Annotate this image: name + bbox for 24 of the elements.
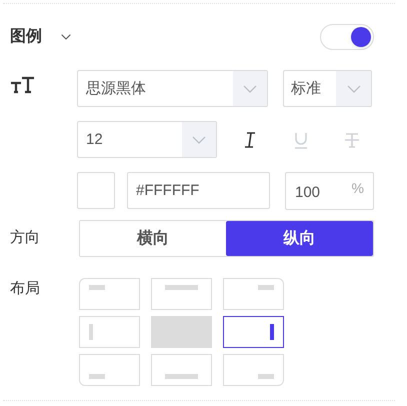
position-marker-icon: [258, 374, 274, 379]
position-marker-icon: [89, 324, 93, 340]
position-marker-icon: [89, 285, 105, 290]
position-marker-icon: [89, 374, 105, 379]
color-swatch[interactable]: [77, 172, 115, 209]
chevron-down-icon: [192, 136, 206, 144]
font-size-select[interactable]: 12: [77, 121, 217, 158]
color-hex-field[interactable]: #FFFFFF: [127, 172, 270, 209]
chevron-down-icon: [243, 84, 257, 92]
section-title: 图例: [10, 27, 42, 47]
position-marker-icon: [258, 285, 274, 290]
text-size-icon: [10, 76, 36, 94]
direction-label: 方向: [10, 228, 41, 248]
layout-option[interactable]: [223, 316, 284, 348]
position-marker-icon: [270, 324, 274, 340]
chevron-down-icon: [346, 84, 360, 92]
font-weight-select[interactable]: 标准: [283, 70, 372, 107]
position-marker-icon: [165, 285, 198, 290]
layout-label: 布局: [10, 279, 41, 299]
position-marker-icon: [165, 374, 198, 379]
direction-tab[interactable]: 纵向: [226, 221, 373, 256]
toggle-switch[interactable]: [320, 24, 374, 50]
font-family-select[interactable]: 思源黑体: [77, 70, 268, 107]
opacity-field[interactable]: 100 %: [285, 172, 374, 210]
